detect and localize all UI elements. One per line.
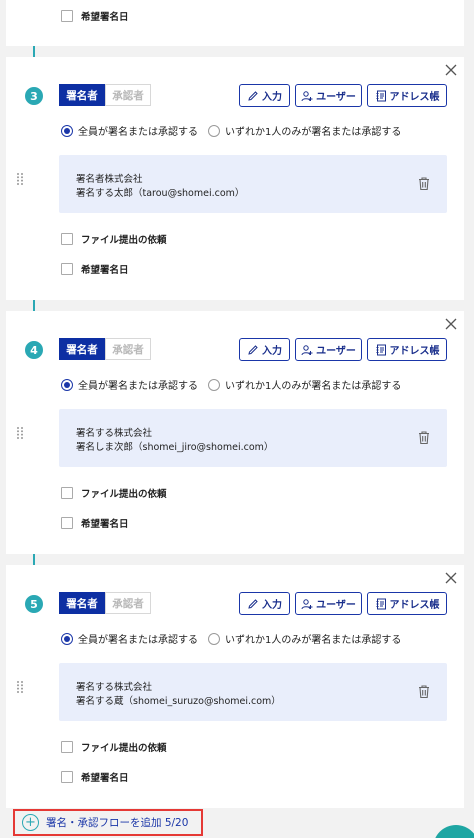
tab-approver[interactable]: 承認者: [105, 592, 151, 614]
file-request-checkbox[interactable]: [61, 233, 73, 245]
trash-icon[interactable]: [417, 430, 431, 445]
address-book-icon: [376, 90, 386, 101]
signer-card-partial: 希望署名日: [6, 0, 464, 46]
add-flow-button[interactable]: + 署名・承認フローを追加 5/20: [13, 809, 203, 836]
drag-handle-icon[interactable]: [16, 172, 24, 186]
completion-mode-radios: 全員が署名または承認する いずれか1人のみが署名または承認する: [61, 377, 411, 392]
signer-name-email: 署名しま次郎（shomei_jiro@shomei.com）: [76, 442, 274, 453]
address-book-icon: [376, 598, 386, 609]
address-book-icon: [376, 344, 386, 355]
signer-name-email: 署名する太郎（tarou@shomei.com）: [76, 188, 245, 199]
trash-icon[interactable]: [417, 684, 431, 699]
tab-approver[interactable]: 承認者: [105, 338, 151, 360]
role-toggle: 署名者 承認者: [59, 592, 151, 614]
input-button[interactable]: 入力: [239, 592, 290, 615]
user-add-icon: [301, 90, 313, 101]
trash-icon[interactable]: [417, 176, 431, 191]
radio-all-sign[interactable]: [61, 632, 73, 645]
desired-date-checkbox-row[interactable]: 希望署名日: [61, 262, 129, 276]
role-toggle: 署名者 承認者: [59, 84, 151, 106]
completion-mode-radios: 全員が署名または承認する いずれか1人のみが署名または承認する: [61, 123, 411, 138]
step-number-badge: 3: [23, 85, 45, 107]
tab-approver[interactable]: 承認者: [105, 84, 151, 106]
desired-date-checkbox[interactable]: [61, 10, 73, 22]
pencil-icon: [248, 90, 258, 101]
pencil-icon: [248, 598, 258, 609]
input-button[interactable]: 入力: [239, 84, 290, 107]
desired-date-checkbox-row[interactable]: 希望署名日: [61, 770, 129, 784]
signer-card-step-3: 3 署名者 承認者 入力 ユーザー アドレス帳 全員が署名または承認する いずれ…: [6, 57, 464, 300]
signer-card-step-5: 5 署名者 承認者 入力 ユーザー アドレス帳 全員が署名または承認する いずれ…: [6, 565, 464, 808]
address-book-button[interactable]: アドレス帳: [367, 84, 447, 107]
signer-entry: 署名する株式会社 署名する蔵（shomei_suruzo@shomei.com）: [59, 663, 447, 721]
tab-signer[interactable]: 署名者: [59, 592, 105, 614]
signer-company: 署名する株式会社: [76, 682, 153, 693]
signer-company: 署名する株式会社: [76, 428, 153, 439]
signer-name-email: 署名する蔵（shomei_suruzo@shomei.com）: [76, 696, 281, 707]
plus-circle-icon: +: [22, 814, 39, 831]
add-flow-label: 署名・承認フローを追加 5/20: [46, 817, 189, 829]
user-button[interactable]: ユーザー: [295, 84, 362, 107]
pencil-icon: [248, 344, 258, 355]
radio-any-one-sign[interactable]: [208, 124, 220, 137]
tab-signer[interactable]: 署名者: [59, 84, 105, 106]
input-button[interactable]: 入力: [239, 338, 290, 361]
completion-mode-radios: 全員が署名または承認する いずれか1人のみが署名または承認する: [61, 631, 411, 646]
role-toggle: 署名者 承認者: [59, 338, 151, 360]
desired-date-checkbox-row[interactable]: 希望署名日: [61, 516, 129, 530]
address-book-button[interactable]: アドレス帳: [367, 338, 447, 361]
user-button[interactable]: ユーザー: [295, 592, 362, 615]
close-icon[interactable]: [444, 63, 458, 77]
desired-date-checkbox[interactable]: [61, 263, 73, 275]
step-number-badge: 4: [23, 339, 45, 361]
tab-signer[interactable]: 署名者: [59, 338, 105, 360]
radio-all-sign[interactable]: [61, 124, 73, 137]
user-add-icon: [301, 598, 313, 609]
close-icon[interactable]: [444, 571, 458, 585]
drag-handle-icon[interactable]: [16, 680, 24, 694]
user-button[interactable]: ユーザー: [295, 338, 362, 361]
address-book-button[interactable]: アドレス帳: [367, 592, 447, 615]
desired-date-checkbox-row[interactable]: 希望署名日: [61, 9, 129, 23]
signer-entry: 署名する株式会社 署名しま次郎（shomei_jiro@shomei.com）: [59, 409, 447, 467]
desired-date-label: 希望署名日: [81, 12, 129, 23]
file-request-checkbox[interactable]: [61, 741, 73, 753]
file-request-checkbox-row[interactable]: ファイル提出の依頼: [61, 486, 167, 500]
file-request-checkbox-row[interactable]: ファイル提出の依頼: [61, 232, 167, 246]
radio-any-one-sign[interactable]: [208, 378, 220, 391]
signer-company: 署名者株式会社: [76, 174, 143, 185]
floating-action-button[interactable]: [433, 825, 474, 838]
desired-date-checkbox[interactable]: [61, 517, 73, 529]
user-add-icon: [301, 344, 313, 355]
file-request-checkbox[interactable]: [61, 487, 73, 499]
drag-handle-icon[interactable]: [16, 426, 24, 440]
close-icon[interactable]: [444, 317, 458, 331]
signer-entry: 署名者株式会社 署名する太郎（tarou@shomei.com）: [59, 155, 447, 213]
radio-any-one-sign[interactable]: [208, 632, 220, 645]
radio-all-sign[interactable]: [61, 378, 73, 391]
desired-date-checkbox[interactable]: [61, 771, 73, 783]
signer-card-step-4: 4 署名者 承認者 入力 ユーザー アドレス帳 全員が署名または承認する いずれ…: [6, 311, 464, 554]
file-request-checkbox-row[interactable]: ファイル提出の依頼: [61, 740, 167, 754]
step-number-badge: 5: [23, 593, 45, 615]
